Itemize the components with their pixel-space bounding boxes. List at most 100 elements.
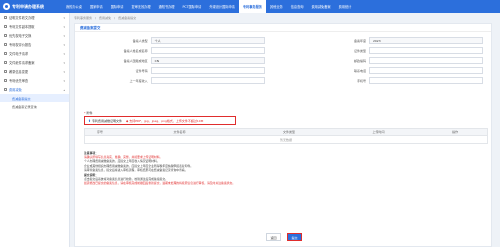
upload-button[interactable]: ⬆ 专利费用减缴证明文件 — [88, 119, 122, 123]
sidebar-subitem[interactable]: 费减备案提交 — [0, 94, 69, 102]
breadcrumb-item[interactable]: 专利事务服务 — [74, 16, 92, 20]
nav-item[interactable]: 费用统计 — [335, 0, 356, 13]
sidebar-subitem[interactable]: 费减备案记录查询 — [0, 102, 69, 110]
sidebar-item[interactable]: 专利文件副本提取 ▾ — [0, 22, 69, 31]
field-label: 证件类型 — [353, 49, 366, 53]
sidebar-item-label: 文件纸件请求备案 — [9, 61, 35, 65]
notes-line: 请审查备案信息，提交后将进入审核流程，审核结果可在费减备案记录查询中查看。 — [84, 167, 188, 172]
chevron-down-icon: ▾ — [63, 70, 65, 74]
sidebar-item-label: 专利权评价报告 — [9, 43, 32, 47]
form-field[interactable] — [368, 67, 484, 74]
back-button[interactable]: 返回 — [266, 233, 281, 241]
form-field[interactable] — [368, 57, 484, 64]
form-field[interactable] — [368, 47, 484, 54]
form-row: 备案人类型 个人 备案年度 2023 — [83, 37, 484, 45]
menu-item-icon — [4, 52, 7, 55]
nav-item[interactable]: 专利事务服务 — [238, 0, 266, 13]
nav-item[interactable]: 我的办公桌 — [62, 0, 86, 13]
chevron-down-icon: ▾ — [63, 16, 65, 20]
field-label: 备案人姓名或名称 — [123, 49, 148, 53]
field-label: 备案人国籍或地区 — [123, 59, 148, 63]
nav-item[interactable]: 其他业务 — [266, 0, 287, 13]
field-label: 证件号码 — [135, 69, 148, 73]
chevron-down-icon: ▾ — [63, 79, 65, 83]
sidebar-item[interactable]: 证明文件收文办理 ▾ — [0, 13, 69, 22]
sidebar-item[interactable]: 文件纸件请求备案 ▾ — [0, 58, 69, 67]
app-brand[interactable]: 专利申请办理系统 — [0, 0, 62, 13]
field-label: 备案年度 — [353, 39, 366, 43]
form-field[interactable] — [150, 67, 265, 74]
nav-item[interactable]: 国家申请 — [86, 0, 107, 13]
menu-item-icon — [4, 88, 7, 91]
nav-item[interactable]: 国际申请 — [107, 0, 128, 13]
notes: 注意事项： 请确认所填写信息真实、准确、完整，并按要求上传证明材料。 个人办理费… — [84, 150, 488, 186]
breadcrumb-separator: / — [114, 15, 116, 20]
menu-item-icon — [4, 16, 7, 19]
menu-item-icon — [4, 34, 7, 37]
breadcrumb-separator: / — [95, 15, 97, 20]
sidebar-item-label: 专利文件副本提取 — [9, 25, 35, 29]
form: 备案人类型 个人 备案年度 2023 备案人姓名或名称 证件类型备案人国籍或地区 CN 邮政编… — [83, 37, 484, 87]
nav-item[interactable]: 信息查询 — [287, 0, 308, 13]
field-label: 手机号 — [356, 79, 366, 83]
field-label: 邮政编码 — [353, 59, 366, 63]
nav-item[interactable]: 外观设计国际申请 — [205, 0, 239, 13]
menu-item-icon — [4, 61, 7, 64]
sidebar-item-label: 专利优先审查 — [9, 79, 29, 83]
menu-item-icon — [4, 70, 7, 73]
main-nav: 我的办公桌 国家申请 国际申请 复审无效办理 通知书办理 PCT国际申请 外观设计国际申请专… — [62, 0, 500, 13]
breadcrumb-item: 费减备案提交 — [118, 15, 137, 20]
sidebar-item[interactable]: 文件电子请求 ▾ — [0, 49, 69, 58]
chevron-down-icon: ▾ — [63, 52, 65, 56]
table-header-cell: 文件类型 — [282, 130, 295, 134]
form-field[interactable] — [150, 47, 265, 54]
app-title: 专利申请办理系统 — [12, 3, 44, 9]
table-header-cell: 文件名称 — [173, 130, 186, 134]
form-card: 费减备案提交 备案人类型 个人 备案年度 2023 备案人姓名或名称 证件类型 备案人国籍或… — [74, 23, 492, 247]
form-field[interactable] — [150, 77, 265, 84]
sidebar-item[interactable]: 优先权电子交换 ▾ — [0, 31, 69, 40]
form-field[interactable]: 2023 — [368, 37, 484, 44]
nav-item[interactable]: 费用减免备案 — [307, 0, 334, 13]
breadcrumb: 专利事务服务 / 费用减免 / 费减备案提交 — [70, 13, 500, 22]
form-row: 上一年度收入 手机号 — [83, 77, 484, 85]
top-nav-bar: 专利申请办理系统 我的办公桌 国家申请 国际申请 复审无效办理 通知书办理 PCT国际申请… — [0, 0, 500, 13]
sidebar: 证明文件收文办理 ▾ 专利文件副本提取 ▾ 优先权电子交换 ▾ 专利权评价报告 ▾ 文件电子请求… — [0, 13, 70, 247]
chevron-down-icon: ▾ — [63, 61, 65, 65]
sidebar-item[interactable]: 费用减免 ▴ — [0, 85, 69, 94]
menu-item-icon — [4, 79, 7, 82]
form-field[interactable]: 个人 — [150, 37, 265, 44]
chevron-up-icon: ▴ — [63, 88, 65, 92]
table-empty-row: 暂无数据 — [84, 136, 488, 144]
nav-item[interactable]: 通知书办理 — [155, 0, 179, 13]
upload-icon: ⬆ — [88, 118, 91, 123]
nav-item[interactable]: 复审无效办理 — [127, 0, 154, 13]
form-row: 备案人国籍或地区 CN 邮政编码 — [83, 57, 484, 65]
main-content: 专利事务服务 / 费用减免 / 费减备案提交 费减备案提交 备案人类型 个人 备案年… — [70, 13, 500, 247]
logo-icon — [3, 3, 10, 10]
form-row: 证件号码 联系电话 — [83, 67, 484, 75]
field-label: 备案人类型 — [132, 39, 148, 43]
submit-button[interactable]: 提交 — [287, 233, 302, 241]
sidebar-item[interactable]: 著录信息变更 ▾ — [0, 67, 69, 76]
sidebar-item[interactable]: 专利优先审查 ▾ — [0, 76, 69, 85]
upload-hint-text: 支持PDF、jpg、jpeg、png格式，上传文件不超过10M — [129, 118, 204, 123]
table-header-cell: 上传时间 — [372, 130, 385, 134]
nav-item[interactable]: PCT国际申请 — [179, 0, 206, 13]
menu-item-icon — [4, 43, 7, 46]
chevron-down-icon: ▾ — [63, 34, 65, 38]
attachment-label: * 附件 — [84, 111, 92, 115]
table-header: 序号 文件名称 文件类型 上传时间 操作 — [84, 128, 488, 136]
sidebar-item[interactable]: 专利权评价报告 ▾ — [0, 40, 69, 49]
chevron-down-icon: ▾ — [63, 43, 65, 47]
sidebar-item-label: 费用减免 — [9, 88, 22, 92]
sidebar-item-label: 文件电子请求 — [9, 52, 29, 56]
breadcrumb-item[interactable]: 费用减免 — [99, 16, 111, 20]
form-field[interactable] — [368, 77, 484, 84]
table-header-cell: 序号 — [96, 130, 103, 134]
table-header-cell: 操作 — [452, 130, 459, 134]
form-field[interactable]: CN — [150, 57, 265, 64]
